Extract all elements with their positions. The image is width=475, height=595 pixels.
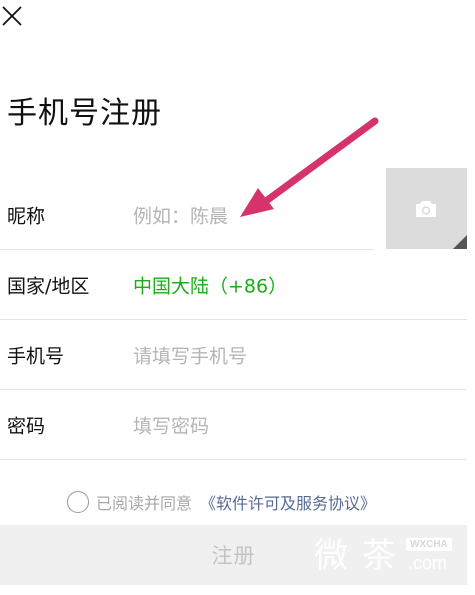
- agreement-checkbox[interactable]: [67, 491, 89, 513]
- password-label: 密码: [7, 415, 46, 438]
- nickname-label: 昵称: [7, 205, 46, 228]
- phone-label: 手机号: [7, 345, 65, 368]
- nickname-row[interactable]: 昵称 例如：陈晨: [0, 180, 374, 250]
- password-row[interactable]: 密码 填写密码: [0, 390, 467, 460]
- camera-icon: [416, 201, 436, 217]
- page-title: 手机号注册: [7, 96, 162, 131]
- region-label: 国家/地区: [7, 275, 90, 298]
- divider: [0, 459, 467, 460]
- nickname-input[interactable]: 例如：陈晨: [133, 202, 228, 229]
- password-input[interactable]: 填写密码: [133, 412, 209, 439]
- phone-input[interactable]: 请填写手机号: [133, 342, 247, 369]
- avatar-upload-button[interactable]: [386, 168, 467, 249]
- agreement-row: 已阅读并同意 《软件许可及服务协议》: [67, 489, 376, 515]
- agreement-text: 已阅读并同意: [96, 494, 193, 513]
- register-button[interactable]: 注册: [0, 525, 467, 585]
- region-row[interactable]: 国家/地区 中国大陆（+86）: [0, 250, 467, 320]
- agreement-link[interactable]: 《软件许可及服务协议》: [200, 490, 376, 514]
- phone-row[interactable]: 手机号 请填写手机号: [0, 320, 467, 390]
- close-button[interactable]: [0, 4, 24, 28]
- corner-triangle-icon: [453, 235, 467, 249]
- region-value[interactable]: 中国大陆（+86）: [133, 272, 287, 299]
- close-icon: [2, 6, 22, 26]
